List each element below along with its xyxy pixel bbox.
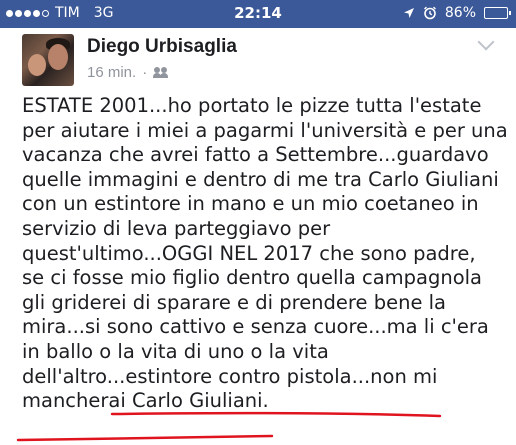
post-text-line: mira...si sono cattivo e senza cuore...m…: [22, 315, 489, 339]
post-text-line: vacanza che avrei fatto a Settembre...gu…: [22, 143, 489, 167]
post-text-line: in ballo o la vita di uno o la vita: [22, 339, 329, 363]
meta-separator: ·: [142, 64, 148, 81]
author-avatar[interactable]: [22, 34, 74, 86]
post-text-line: se ci fosse mio figlio dentro quella cam…: [22, 266, 483, 290]
post-timestamp[interactable]: 16 min.: [87, 64, 136, 81]
location-arrow-icon: [403, 8, 414, 18]
post-text-line: gli griderei di sparare e di prendere be…: [22, 290, 447, 314]
post-text-line: servizio di leva parteggiavo per: [22, 216, 331, 240]
battery-percent: 86%: [444, 5, 476, 21]
alarm-clock-icon: [423, 6, 436, 20]
post-text-line: ESTATE 2001...ho portato le pizze tutta …: [22, 94, 482, 117]
friends-icon: [153, 66, 169, 79]
facebook-post: Diego Urbisaglia 16 min. · ESTATE 2001..…: [0, 28, 516, 445]
status-right: 86%: [403, 5, 511, 21]
post-body: ESTATE 2001...ho portato le pizze tutta …: [22, 94, 508, 414]
post-author-name[interactable]: Diego Urbisaglia: [87, 36, 237, 58]
post-text-line: dell'altro...estintore contro pistola...…: [22, 364, 438, 388]
chevron-down-icon[interactable]: [477, 33, 495, 51]
post-text-line: per aiutare i miei a pagarmi l'universit…: [22, 118, 508, 142]
battery-icon: [484, 7, 511, 19]
post-meta: 16 min. ·: [87, 64, 169, 81]
post-text-line: con un estintore in mano e un mio coetan…: [22, 192, 479, 216]
post-text-line: quelle immagini e dentro di me tra Carlo…: [22, 167, 499, 191]
status-bar: TIM 3G 22:14 86%: [0, 0, 516, 28]
post-text-line: quest'ultimo...OGGI NEL 2017 che sono pa…: [22, 241, 476, 265]
post-text-line: mancherai Carlo Giuliani.: [22, 389, 269, 413]
